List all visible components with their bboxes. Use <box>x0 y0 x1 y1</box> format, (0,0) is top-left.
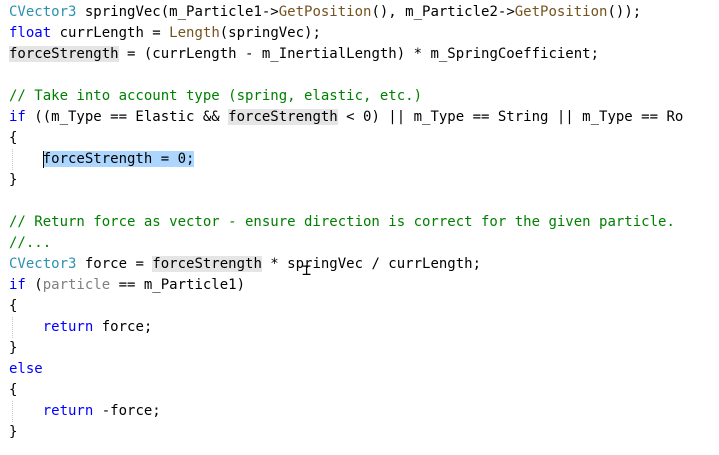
token: = (currLength - m_InertialLength) * m_Sp… <box>118 46 600 62</box>
token-fn: GetPosition <box>278 4 372 20</box>
token-type: CVector3 <box>9 4 77 20</box>
code-line[interactable]: // Take into account type (spring, elast… <box>9 86 422 107</box>
token-kw: return <box>42 403 94 419</box>
token: (springVec); <box>219 25 321 41</box>
code-line[interactable]: } <box>9 170 17 191</box>
token-hl: forceStrength <box>228 109 338 125</box>
code-line[interactable]: { <box>9 128 17 149</box>
token: ( <box>25 277 43 293</box>
token-comment: // Take into account type (spring, elast… <box>9 88 423 104</box>
code-line[interactable]: CVector3 force = forceStrength * springV… <box>9 254 481 275</box>
token: == m_Particle1) <box>110 277 246 293</box>
token-type: CVector3 <box>9 256 77 272</box>
token: } <box>9 340 18 356</box>
token: force = <box>76 256 153 272</box>
token: currLength = <box>51 25 170 41</box>
token: ()); <box>607 4 642 20</box>
code-line[interactable]: //... <box>9 233 51 254</box>
token-kw: if <box>9 109 26 125</box>
token-fn: GetPosition <box>514 4 608 20</box>
code-line[interactable]: CVector3 springVec(m_Particle1->GetPosit… <box>9 2 641 23</box>
token-hl: forceStrength <box>9 46 119 62</box>
token: { <box>9 298 18 314</box>
token-kw: return <box>42 319 94 335</box>
token: ((m_Type == Elastic && <box>25 109 229 125</box>
code-line[interactable]: forceStrength = 0; <box>9 149 195 170</box>
token-kw: float <box>9 25 52 41</box>
token: } <box>9 424 18 440</box>
token-comment: //... <box>9 235 52 251</box>
token: springVec(m_Particle1-> <box>76 4 279 20</box>
indent-guide <box>12 149 13 170</box>
token: -force; <box>93 403 161 419</box>
token: < 0) || m_Type == String || m_Type == Ro <box>337 109 684 125</box>
token: * springVec / currLength; <box>261 256 482 272</box>
token: (), m_Particle2-> <box>371 4 515 20</box>
code-line[interactable]: } <box>9 338 17 359</box>
code-line[interactable]: { <box>9 296 17 317</box>
token-hl: forceStrength <box>152 256 262 272</box>
indent-guide <box>12 317 13 338</box>
token: { <box>9 130 18 146</box>
token-comment: // Return force as vector - ensure direc… <box>9 214 675 230</box>
code-line[interactable]: if (particle == m_Particle1) <box>9 275 245 296</box>
code-line[interactable]: if ((m_Type == Elastic && forceStrength … <box>9 107 683 128</box>
token-fn: Length <box>169 25 220 41</box>
token: force; <box>93 319 153 335</box>
code-line[interactable]: return force; <box>9 317 153 338</box>
code-line[interactable]: return -force; <box>9 401 161 422</box>
code-line[interactable]: { <box>9 380 17 401</box>
code-line[interactable]: float currLength = Length(springVec); <box>9 23 321 44</box>
code-line[interactable]: } <box>9 422 17 443</box>
ibeam-cursor-icon: ⌶ <box>302 261 312 279</box>
code-line[interactable]: // Return force as vector - ensure direc… <box>9 212 675 233</box>
token-param: particle <box>42 277 111 293</box>
code-editor[interactable]: CVector3 springVec(m_Particle1->GetPosit… <box>0 0 719 455</box>
token: { <box>9 382 18 398</box>
code-line[interactable]: forceStrength = (currLength - m_Inertial… <box>9 44 599 65</box>
token-kw: else <box>9 361 43 377</box>
token: } <box>9 172 18 188</box>
text-caret <box>43 151 44 168</box>
code-line[interactable]: else <box>9 359 43 380</box>
indent-guide <box>12 401 13 422</box>
token-kw: if <box>9 277 26 293</box>
token-sel: forceStrength = 0; <box>42 151 195 167</box>
